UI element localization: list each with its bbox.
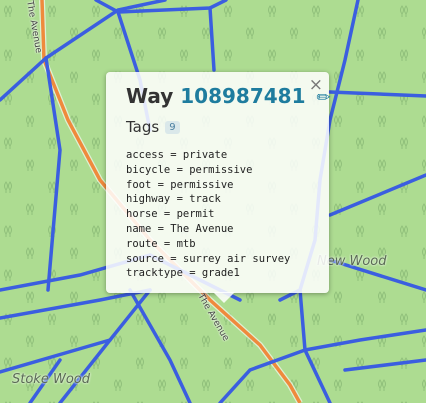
tag-item: foot = permissive bbox=[126, 178, 234, 191]
tags-heading: Tags 9 bbox=[126, 118, 180, 136]
popup-tip bbox=[213, 292, 235, 303]
tag-item: tracktype = grade1 bbox=[126, 267, 240, 280]
place-label-stoke-wood: Stoke Wood bbox=[12, 372, 90, 387]
pencil-icon[interactable]: ✏ bbox=[316, 88, 330, 108]
way-id-link[interactable]: 108987481 bbox=[180, 84, 305, 108]
tag-item: bicycle = permissive bbox=[126, 163, 253, 176]
tag-item: access = private bbox=[126, 149, 228, 161]
popup-title-prefix: Way bbox=[126, 84, 174, 108]
tags-list: access = private bicycle = permissive fo… bbox=[126, 148, 290, 281]
map-canvas[interactable]: The Avenue The Avenue New Wood Stoke Woo… bbox=[0, 0, 426, 403]
tag-item: route = mtb bbox=[126, 237, 196, 250]
tag-item: name = The Avenue bbox=[126, 222, 234, 235]
tags-heading-label: Tags bbox=[126, 118, 160, 136]
tag-item: horse = permit bbox=[126, 208, 215, 221]
tag-item: highway = track bbox=[126, 193, 221, 206]
tags-count-badge: 9 bbox=[165, 121, 180, 134]
feature-popup: × Way 108987481 ✏ Tags 9 access = private… bbox=[106, 72, 331, 293]
popup-title: Way 108987481 ✏ bbox=[126, 84, 331, 108]
tag-item: source = surrey air survey bbox=[126, 252, 291, 265]
